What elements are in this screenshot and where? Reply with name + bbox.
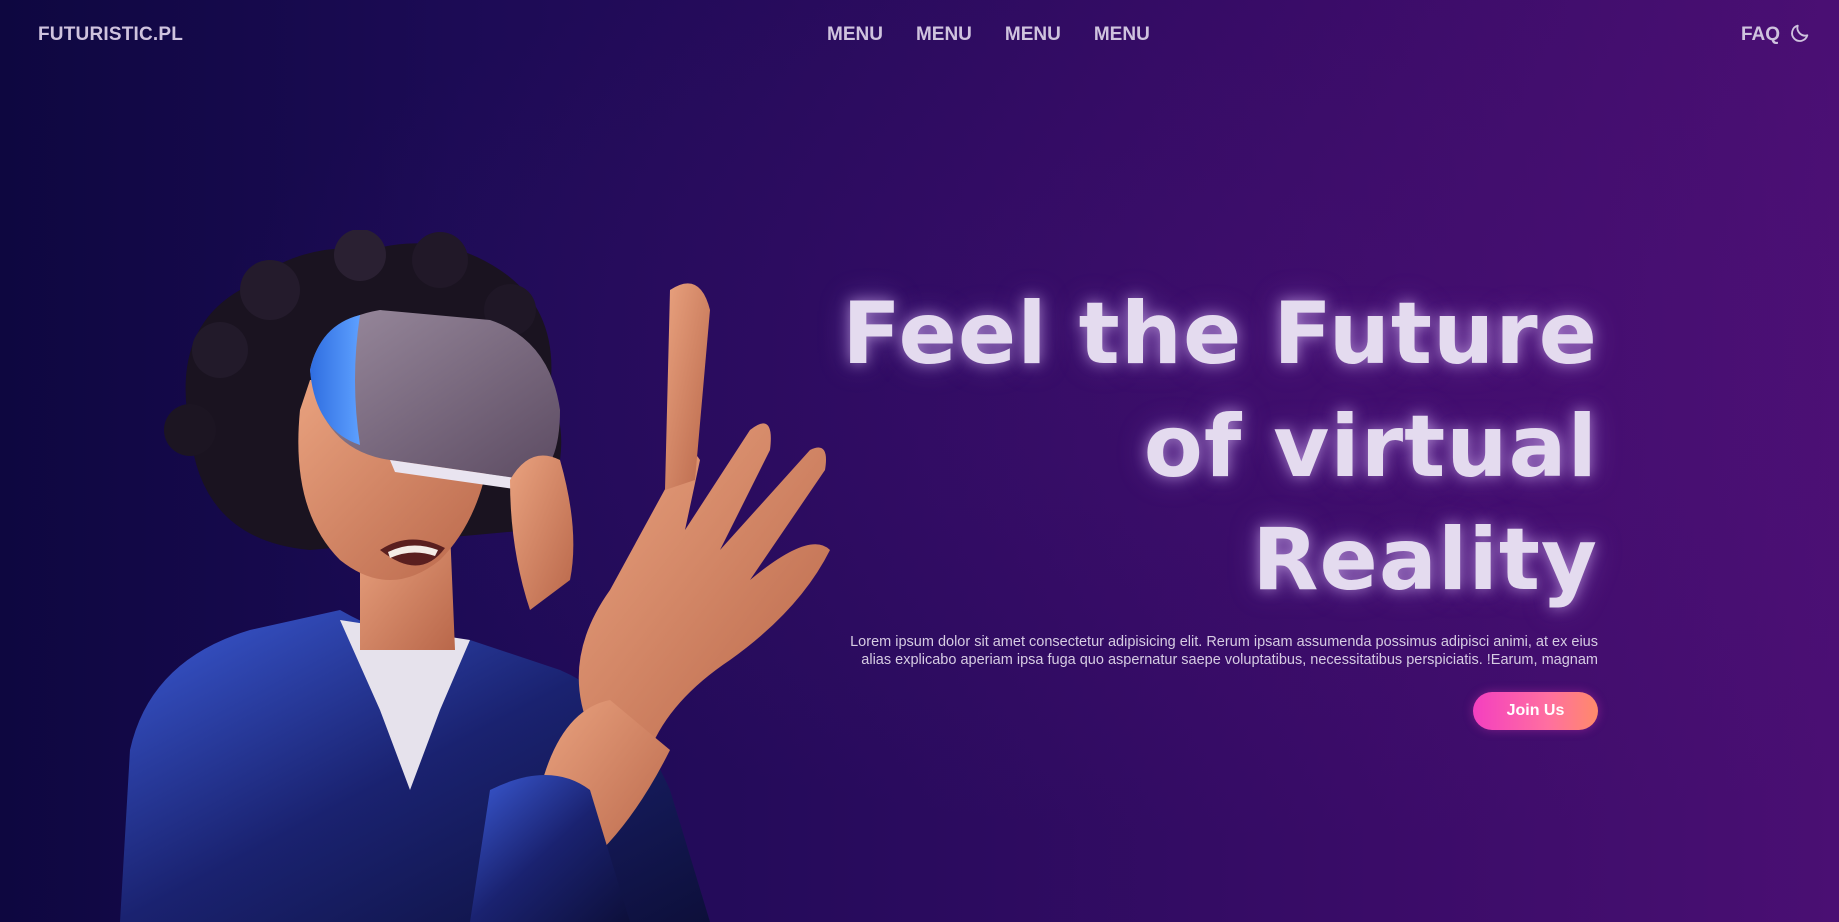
join-us-button[interactable]: Join Us <box>1473 692 1598 730</box>
site-header: FUTURISTIC.PL MENU MENU MENU MENU FAQ <box>0 0 1839 70</box>
main-nav: MENU MENU MENU MENU <box>827 24 1150 46</box>
moon-icon[interactable] <box>1789 22 1811 44</box>
site-logo[interactable]: FUTURISTIC.PL <box>38 24 183 46</box>
hero-description: Lorem ipsum dolor sit amet consectetur a… <box>850 633 1598 669</box>
hero-headline: Feel the Future of virtual Reality <box>698 278 1598 617</box>
headline-line-2: of virtual <box>1143 396 1598 497</box>
nav-item-menu-3[interactable]: MENU <box>1005 24 1061 46</box>
faq-link[interactable]: FAQ <box>1741 24 1780 46</box>
nav-item-menu-4[interactable]: MENU <box>1094 24 1150 46</box>
nav-item-menu-2[interactable]: MENU <box>916 24 972 46</box>
headline-line-3: Reality <box>1252 509 1598 610</box>
nav-item-menu-1[interactable]: MENU <box>827 24 883 46</box>
headline-line-1: Feel the Future <box>842 283 1598 384</box>
